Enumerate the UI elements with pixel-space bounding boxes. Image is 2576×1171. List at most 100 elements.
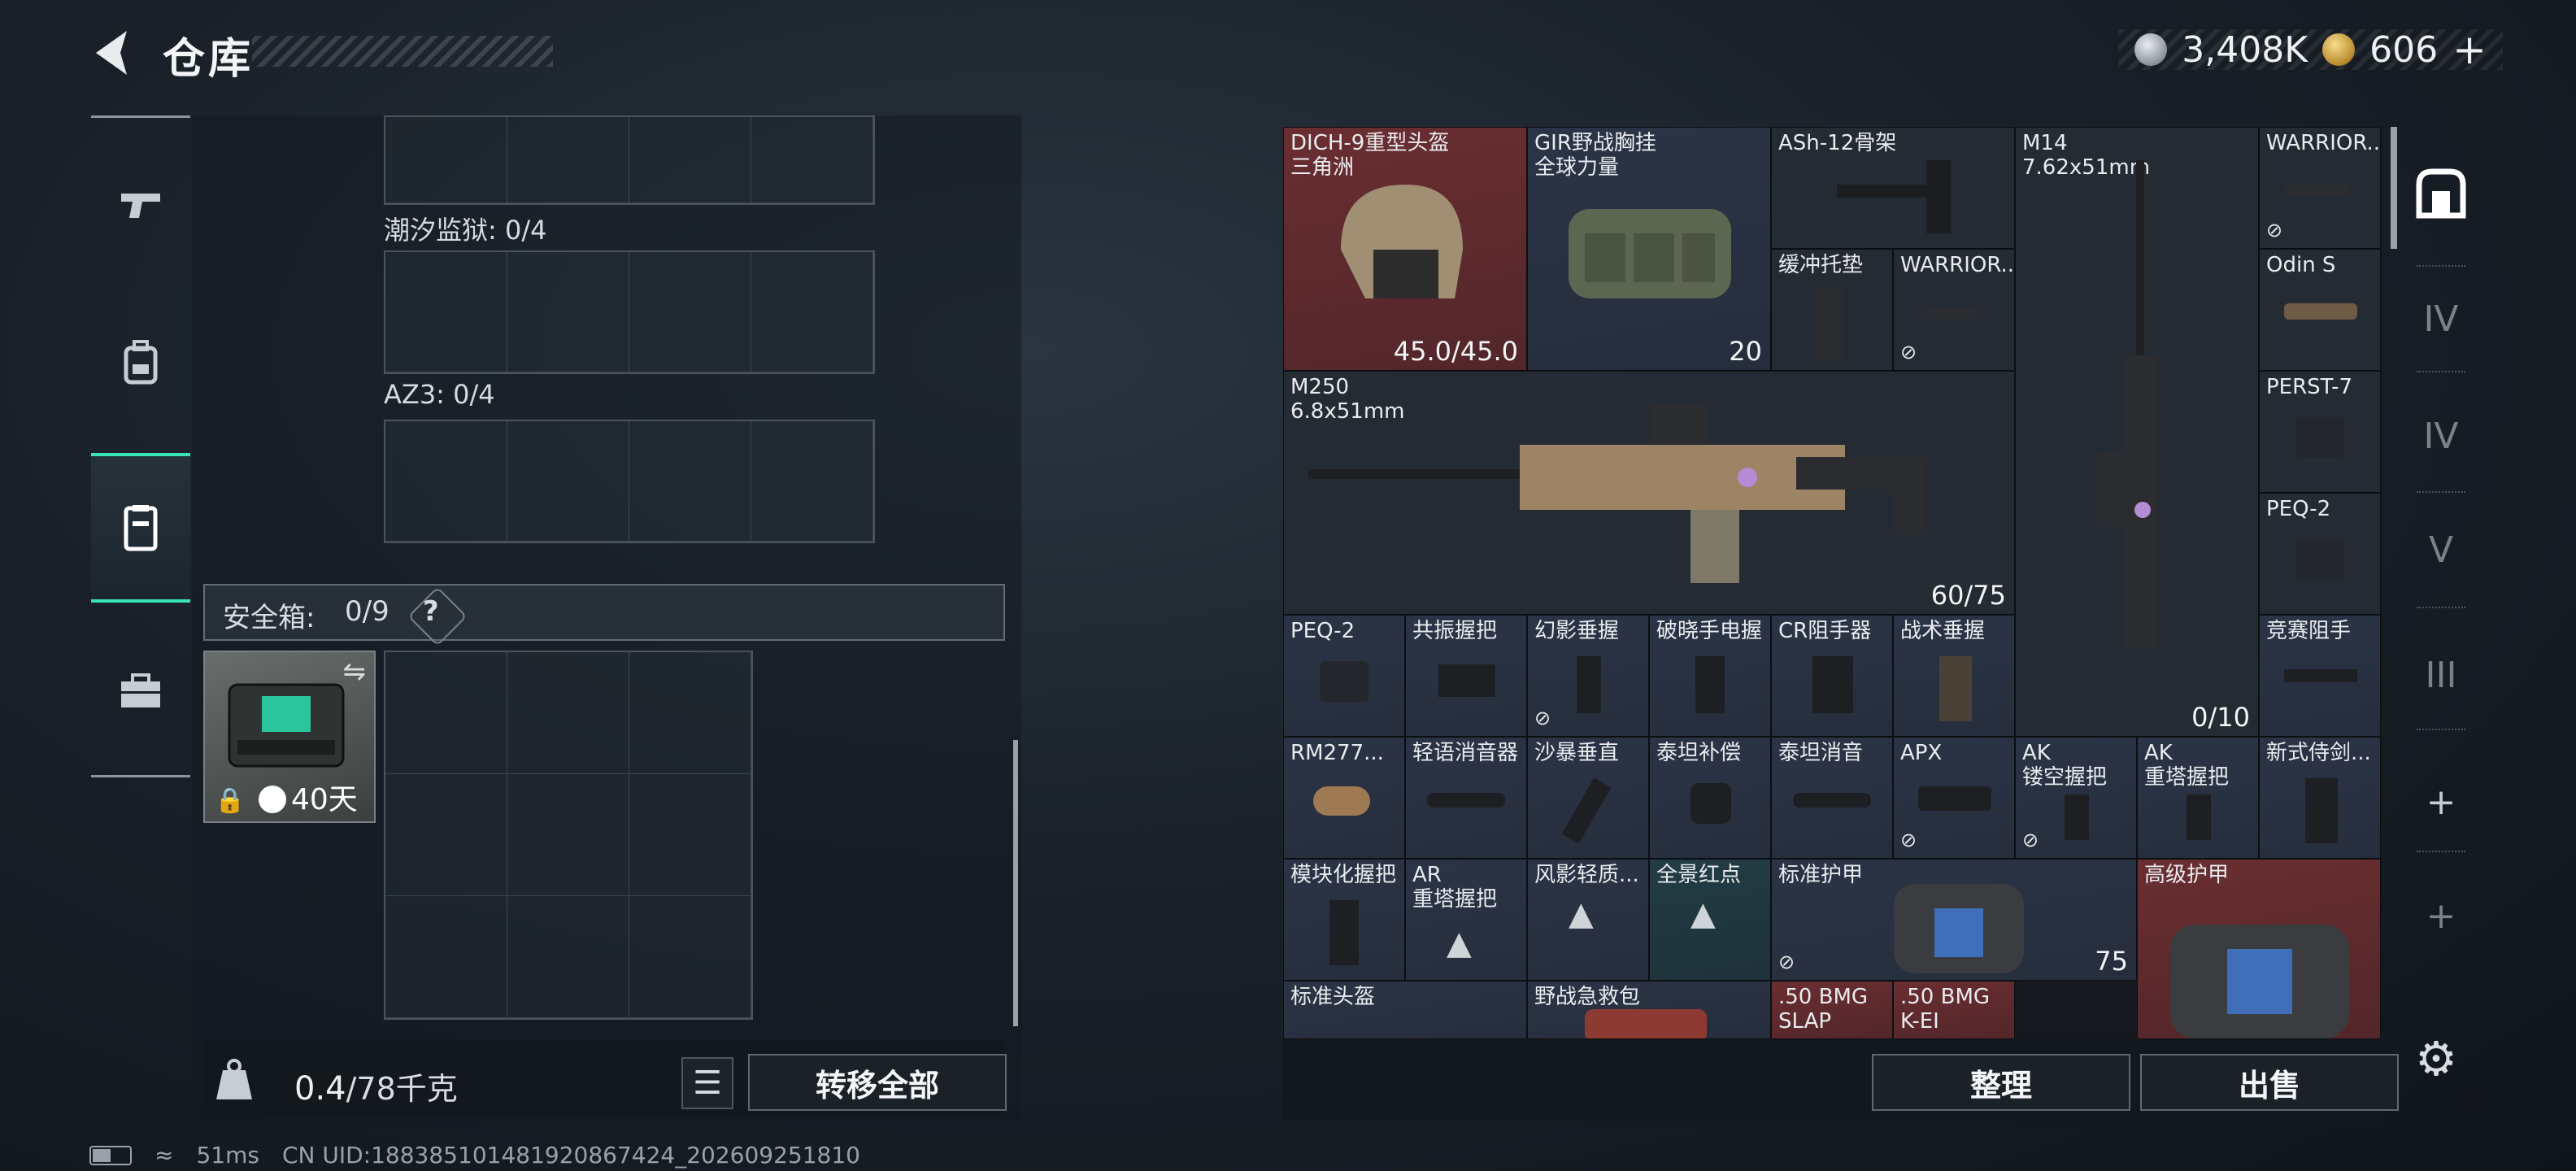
container-grid[interactable] (384, 420, 875, 543)
item-name: 泰坦消音 (1778, 741, 1864, 765)
safe-box-grid[interactable] (384, 651, 753, 1020)
sort-button[interactable]: 整理 (1872, 1054, 2130, 1111)
item-name: WARRIOR... (1900, 253, 2015, 277)
item-resonant-grip[interactable]: 共振握把 (1405, 615, 1527, 737)
item-standard-helmet[interactable]: 标准头盔 (1283, 981, 1527, 1039)
item-modular-grip[interactable]: 模块化握把 (1283, 859, 1405, 981)
item-titan-suppressor[interactable]: 泰坦消音 (1771, 737, 1893, 859)
ping: 51ms (196, 1142, 259, 1169)
item-rm277[interactable]: RM277... (1283, 737, 1405, 859)
stash-tab-tier[interactable]: III (2408, 634, 2474, 716)
container-grid[interactable] (384, 250, 875, 374)
item-name: M14 (2022, 131, 2068, 155)
nav-weapons[interactable] (91, 152, 190, 258)
safe-box-item[interactable]: ⇋ 🔒 40天 (203, 651, 376, 823)
back-arrow-icon (96, 31, 127, 75)
helmet-image (1341, 185, 1463, 298)
left-scrollbar[interactable] (1013, 740, 1018, 1026)
back-button[interactable] (88, 24, 137, 81)
item-name: 幻影垂握 (1534, 619, 1620, 643)
item-standard-armor[interactable]: 标准护甲 ⊘ 75 (1771, 859, 2137, 981)
locked-triangle-icon: ▲ (1447, 925, 1472, 962)
stash-tab-tier[interactable]: IV (2408, 278, 2474, 359)
item-titan-compensator[interactable]: 泰坦补偿 (1649, 737, 1771, 859)
item-sandstorm-grip[interactable]: 沙暴垂直 (1527, 737, 1649, 859)
safe-timer: 40天 (291, 783, 358, 816)
item-warrior[interactable]: WARRIOR... ⊘ (2259, 127, 2381, 249)
item-cr-handstop[interactable]: CR阻手器 (1771, 615, 1893, 737)
item-windshadow[interactable]: 风影轻质... ▲ (1527, 859, 1649, 981)
stash-home-tab[interactable] (2408, 153, 2474, 234)
stash-tab-tier[interactable]: IV (2408, 395, 2474, 477)
item-peq2[interactable]: PEQ-2 (1283, 615, 1405, 737)
item-name: WARRIOR... (2266, 131, 2381, 155)
transfer-all-button[interactable]: 转移全部 (748, 1054, 1007, 1111)
user-uid: CN UID:1883851014819208674​24_2026092518… (281, 1142, 860, 1169)
item-name: 高级护甲 (2144, 863, 2230, 887)
swap-icon[interactable]: ⇋ (343, 655, 367, 688)
item-50bmg-kei[interactable]: .50 BMG K-EI (1893, 981, 2015, 1039)
add-stash-tab-button-locked[interactable]: + (2408, 875, 2474, 956)
item-name: PERST-7 (2266, 375, 2353, 399)
item-m250-mg[interactable]: M250 6.8x51mm 60/75 (1283, 371, 2015, 615)
currency-bar[interactable]: 3,408K 606 + (2118, 26, 2503, 73)
item-tactical-grip[interactable]: 战术垂握 (1893, 615, 2015, 737)
add-currency-button[interactable]: + (2452, 26, 2487, 73)
item-whisper-suppressor[interactable]: 轻语消音器 (1405, 737, 1527, 859)
item-name: DICH-9重型头盔 (1290, 131, 1450, 155)
stash-page-nav: IV IV V III + + (2408, 127, 2474, 1005)
container-grid-top[interactable] (384, 115, 875, 205)
sell-button[interactable]: 出售 (2140, 1054, 2399, 1111)
item-ak-tower-grip[interactable]: AK 重塔握把 (2137, 737, 2259, 859)
nav-containers[interactable] (91, 453, 190, 603)
stash-grid[interactable]: DICH-9重型头盔 三角洲 45.0/45.0 GIR野战胸挂 全球力量 20 A… (1283, 127, 2382, 1039)
list-view-button[interactable]: ☰ (681, 1057, 733, 1109)
item-panoramic-reddot[interactable]: 全景红点 ▲ (1649, 859, 1771, 981)
help-button[interactable]: ? (423, 595, 439, 628)
item-ar-tower-grip[interactable]: AR 重塔握把 ▲ (1405, 859, 1527, 981)
item-warrior[interactable]: WARRIOR... ⊘ (1893, 249, 2015, 371)
nav-equipment[interactable] (91, 310, 190, 416)
stock-image (1837, 160, 1951, 233)
item-dawn-grip[interactable]: 破晓手电握 (1649, 615, 1771, 737)
item-buffer-pad[interactable]: 缓冲托垫 (1771, 249, 1893, 371)
safe-box-header: 安全箱: 0/9 ? (203, 584, 1005, 646)
nav-supplies[interactable] (91, 638, 190, 744)
item-advanced-armor[interactable]: 高级护甲 (2137, 859, 2381, 1039)
item-name: 模块化握把 (1290, 863, 1397, 887)
item-50bmg-slap[interactable]: .50 BMG SLAP (1771, 981, 1893, 1039)
page-title: 仓库 (163, 35, 255, 84)
item-field-first-aid[interactable]: 野战急救包 (1527, 981, 1771, 1039)
item-apx[interactable]: APX ⊘ (1893, 737, 2015, 859)
plus-icon: + (2426, 781, 2456, 823)
no-trade-icon: ⊘ (1900, 341, 1917, 363)
item-sub: SLAP (1778, 1009, 1832, 1034)
item-name: .50 BMG (1778, 985, 1869, 1009)
item-odin-s[interactable]: Odin S (2259, 249, 2381, 371)
list-icon: ☰ (693, 1064, 722, 1102)
item-newstyle[interactable]: 新式侍剑... (2259, 737, 2381, 859)
item-ak-hollow-grip[interactable]: AK 镂空握把 ⊘ (2015, 737, 2137, 859)
item-perst7[interactable]: PERST-7 (2259, 371, 2381, 493)
stash-scrollbar[interactable] (2391, 127, 2397, 249)
item-name: RM277... (1290, 741, 1384, 765)
item-sub: 重塔握把 (2144, 765, 2230, 790)
item-peq2[interactable]: PEQ-2 (2259, 493, 2381, 615)
item-name: CR阻手器 (1778, 619, 1872, 643)
chest-rig-image (1569, 209, 1731, 298)
item-name: AR (1412, 863, 1442, 887)
gear-icon: ⚙ (2415, 1031, 2457, 1086)
settings-button[interactable]: ⚙ (2415, 1031, 2469, 1086)
item-phantom-grip[interactable]: 幻影垂握 ⊘ (1527, 615, 1649, 737)
stash-home-icon (2416, 168, 2466, 219)
item-dich9-helmet[interactable]: DICH-9重型头盔 三角洲 45.0/45.0 (1283, 127, 1527, 371)
stash-tab-tier[interactable]: V (2408, 509, 2474, 590)
add-stash-tab-button[interactable]: + (2408, 761, 2474, 842)
item-race-handstop[interactable]: 竞赛阻手 (2259, 615, 2381, 737)
item-gir-chest-rig[interactable]: GIR野战胸挂 全球力量 20 (1527, 127, 1771, 371)
armor-image (2170, 925, 2349, 1038)
item-sub: K-EI (1900, 1009, 1939, 1034)
item-m14-rifle[interactable]: M14 7.62x51mm 0/10 (2015, 127, 2259, 737)
tier-label: III (2425, 654, 2457, 696)
item-ash12-stock[interactable]: ASh-12骨架 (1771, 127, 2015, 249)
